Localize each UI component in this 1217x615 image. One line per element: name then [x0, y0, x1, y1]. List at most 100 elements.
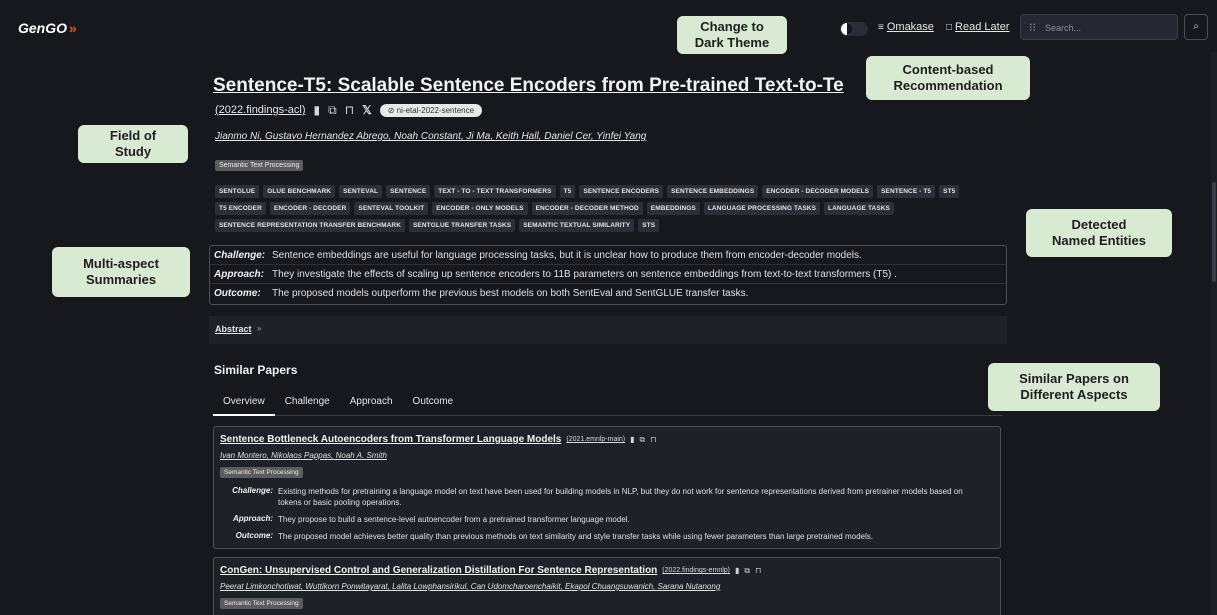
callout-text: Content-based Recommendation: [893, 62, 1003, 93]
pdf-icon[interactable]: ▮: [630, 435, 634, 444]
search-box: ⁝⁝: [1020, 14, 1178, 40]
tab-outcome[interactable]: Outcome: [403, 390, 464, 416]
similar-paper-authors[interactable]: Ivan Montero, Nikolaos Pappas, Noah A. S…: [220, 451, 387, 460]
named-entity-tag[interactable]: SENTENCE REPRESENTATION TRANSFER BENCHMA…: [215, 219, 405, 232]
similar-paper-venue[interactable]: (2021.emnlp-main): [566, 436, 625, 443]
challenge-text: Existing methods for pretraining a langu…: [278, 487, 963, 507]
page-scrollbar[interactable]: [1211, 52, 1217, 615]
scrollbar-thumb[interactable]: [1212, 182, 1216, 282]
top-navbar: GenGO» ≡Omakase □Read Later ⁝⁝ ⌕: [0, 0, 1217, 52]
similar-paper-field-tag[interactable]: Semantic Text Processing: [220, 598, 303, 609]
bookmark-icon: □: [946, 22, 953, 33]
named-entity-tag[interactable]: SENTGLUE TRANSFER TASKS: [409, 219, 516, 232]
named-entity-tag[interactable]: SEMANTIC TEXTUAL SIMILARITY: [519, 219, 635, 232]
similar-paper-field-tag[interactable]: Semantic Text Processing: [220, 467, 303, 478]
similar-paper-venue[interactable]: (2022.findings-emnlp): [662, 567, 730, 574]
named-entity-tag[interactable]: T5 ENCODER: [215, 202, 266, 215]
pdf-icon[interactable]: ▮: [314, 103, 321, 117]
bookmark-icon[interactable]: ⊓: [345, 103, 354, 117]
named-entity-tag[interactable]: SENTENCE ENCODERS: [579, 185, 664, 198]
named-entity-tag[interactable]: GLUE BENCHMARK: [263, 185, 336, 198]
callout-dark-theme: Change to Dark Theme: [677, 16, 787, 54]
copy-icon[interactable]: ⧉: [744, 566, 750, 576]
paper-title[interactable]: Sentence-T5: Scalable Sentence Encoders …: [213, 75, 844, 97]
outcome-text: The proposed model achieves better quali…: [278, 532, 873, 541]
named-entities-list: SENTGLUE GLUE BENCHMARK SENTEVAL SENTENCE TE…: [215, 185, 1005, 232]
search-input[interactable]: [1045, 19, 1173, 36]
callout-text: Multi-aspect Summaries: [83, 256, 159, 287]
approach-label: Approach:: [214, 268, 264, 280]
search-button[interactable]: ⌕: [1184, 14, 1208, 40]
approach-text: They propose to build a sentence-level a…: [278, 515, 630, 524]
similar-outcome-row: Outcome: The proposed model achieves bet…: [220, 531, 988, 542]
copy-icon[interactable]: ⧉: [328, 103, 337, 118]
challenge-label: Challenge:: [232, 486, 273, 495]
named-entity-tag[interactable]: SENTEVAL TOOLKIT: [354, 202, 429, 215]
paper-authors[interactable]: Jianmo Ni, Gustavo Hernandez Abrego, Noa…: [215, 131, 646, 142]
gengo-logo[interactable]: GenGO»: [18, 20, 77, 36]
citation-key-pill[interactable]: ⊘ ni-etal-2022-sentence: [379, 103, 483, 117]
callout-text: Change to Dark Theme: [694, 19, 770, 50]
search-field-icon: ⁝⁝: [1029, 22, 1036, 34]
copy-icon[interactable]: ⧉: [640, 435, 646, 445]
summary-approach-row: Approach: They investigate the effects o…: [210, 265, 1006, 284]
named-entity-tag[interactable]: SENTGLUE: [215, 185, 260, 198]
similar-paper-card: Sentence Bottleneck Autoencoders from Tr…: [213, 426, 1001, 549]
named-entity-tag[interactable]: ENCODER - DECODER METHOD: [531, 202, 643, 215]
abstract-label: Abstract: [215, 324, 252, 334]
paper-meta-row: (2022.findings-acl) ▮ ⧉ ⊓ 𝕏 ⊘ ni-etal-20…: [215, 102, 483, 118]
multi-aspect-summary: Challenge: Sentence embeddings are usefu…: [209, 245, 1007, 305]
pdf-icon[interactable]: ▮: [735, 566, 739, 575]
named-entity-tag[interactable]: SENTEVAL: [339, 185, 383, 198]
callout-content-recommendation: Content-based Recommendation: [866, 56, 1030, 100]
outcome-text: The proposed models outperform the previ…: [272, 288, 749, 299]
x-share-icon[interactable]: 𝕏: [362, 103, 372, 117]
named-entity-tag[interactable]: SENTENCE: [386, 185, 431, 198]
callout-text: Field of Study: [109, 128, 157, 159]
named-entity-tag[interactable]: LANGUAGE TASKS: [824, 202, 894, 215]
named-entity-tag[interactable]: SENTENCE - T5: [877, 185, 936, 198]
similar-paper-authors[interactable]: Peerat Limkonchotiwat, Wuttikorn Ponwita…: [220, 582, 720, 591]
omakase-link[interactable]: ≡ Omakase: [878, 21, 934, 33]
similar-papers-heading: Similar Papers: [214, 363, 298, 377]
named-entity-tag[interactable]: T5: [559, 185, 576, 198]
field-of-study-tag[interactable]: Semantic Text Processing: [215, 160, 304, 171]
half-moon-icon: [841, 23, 853, 35]
named-entity-tag[interactable]: ENCODER - DECODER MODELS: [762, 185, 874, 198]
paper-venue-link[interactable]: (2022.findings-acl): [215, 104, 306, 116]
tab-overview[interactable]: Overview: [213, 390, 275, 416]
logo-chevron-icon: »: [69, 20, 77, 36]
similar-paper-title[interactable]: Sentence Bottleneck Autoencoders from Tr…: [220, 434, 561, 445]
omakase-label: Omakase: [886, 21, 934, 33]
named-entity-tag[interactable]: SENTENCE EMBEDDINGS: [667, 185, 759, 198]
approach-text: They investigate the effects of scaling …: [272, 268, 897, 280]
challenge-label: Challenge:: [214, 249, 266, 261]
named-entity-tag[interactable]: ENCODER - ONLY MODELS: [432, 202, 528, 215]
named-entity-tag[interactable]: ENCODER - DECODER: [269, 202, 351, 215]
bookmark-icon[interactable]: ⊓: [755, 566, 761, 575]
similar-challenge-row: Challenge: Existing methods for pretrain…: [220, 486, 988, 508]
named-entity-tag[interactable]: EMBEDDINGS: [646, 202, 700, 215]
abstract-toggle[interactable]: Abstract »: [209, 316, 1007, 344]
citation-key: ni-etal-2022-sentence: [396, 105, 475, 115]
named-entity-tag[interactable]: LANGUAGE PROCESSING TASKS: [703, 202, 821, 215]
tab-approach[interactable]: Approach: [340, 390, 403, 416]
bookmark-icon[interactable]: ⊓: [650, 435, 656, 444]
logo-text: GenGO: [18, 20, 68, 36]
similar-paper-title[interactable]: ConGen: Unsupervised Control and General…: [220, 565, 657, 576]
theme-toggle[interactable]: [840, 22, 868, 36]
read-later-link[interactable]: □ Read Later: [946, 21, 1009, 33]
tab-challenge[interactable]: Challenge: [275, 390, 340, 416]
challenge-text: Sentence embeddings are useful for langu…: [272, 249, 862, 261]
similar-paper-card: ConGen: Unsupervised Control and General…: [213, 557, 1001, 615]
read-later-label: Read Later: [955, 21, 1010, 33]
outcome-label: Outcome:: [214, 288, 261, 299]
search-icon: ⌕: [1193, 21, 1199, 32]
named-entity-tag[interactable]: STS: [638, 219, 660, 232]
named-entity-tag[interactable]: ST5: [939, 185, 960, 198]
callout-similar-aspects: Similar Papers on Different Aspects: [988, 363, 1160, 411]
approach-label: Approach:: [233, 514, 273, 523]
named-entity-tag[interactable]: TEXT - TO - TEXT TRANSFORMERS: [434, 185, 556, 198]
outcome-label: Outcome:: [235, 531, 273, 540]
callout-multi-aspect: Multi-aspect Summaries: [52, 247, 190, 297]
